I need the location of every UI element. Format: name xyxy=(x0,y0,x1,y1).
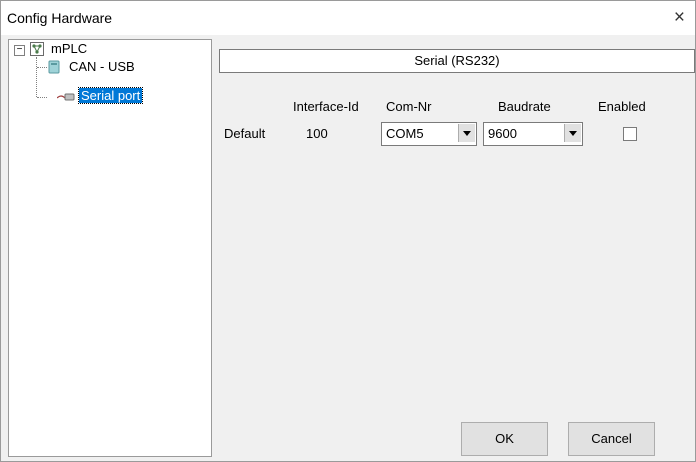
tree-connector xyxy=(37,97,47,98)
close-icon[interactable]: × xyxy=(674,7,685,29)
com-nr-value: COM5 xyxy=(386,126,424,141)
baudrate-value: 9600 xyxy=(488,126,517,141)
serial-cable-icon xyxy=(57,93,75,101)
column-baudrate: Baudrate xyxy=(498,99,551,114)
title-bar: Config Hardware × xyxy=(1,1,695,35)
window-title: Config Hardware xyxy=(7,10,113,26)
tree-item-serial-port[interactable]: Serial port xyxy=(77,87,144,104)
column-interface-id: Interface-Id xyxy=(293,99,359,114)
enabled-checkbox[interactable] xyxy=(623,127,637,141)
hardware-tree: − mPLC CAN - USB Serial port xyxy=(8,39,212,457)
tree-connector xyxy=(36,57,37,97)
ok-button[interactable]: OK xyxy=(461,422,548,456)
panel-header: Serial (RS232) xyxy=(219,49,695,73)
tree-item-can-usb[interactable]: CAN - USB xyxy=(69,59,135,74)
row-label-default: Default xyxy=(224,126,266,141)
cancel-button[interactable]: Cancel xyxy=(568,422,655,456)
collapse-icon[interactable]: − xyxy=(14,45,25,56)
column-com-nr: Com-Nr xyxy=(386,99,432,114)
chevron-down-icon[interactable] xyxy=(564,124,581,142)
tree-connector xyxy=(37,67,47,68)
interface-id-value: 100 xyxy=(306,126,328,141)
can-device-icon xyxy=(48,60,60,74)
config-hardware-window: Config Hardware × − mPLC CAN - USB Seria… xyxy=(0,0,696,462)
column-enabled: Enabled xyxy=(598,99,646,114)
baudrate-dropdown[interactable]: 9600 xyxy=(483,122,583,146)
tree-item-mplc[interactable]: mPLC xyxy=(51,41,87,56)
network-icon xyxy=(30,42,44,56)
com-nr-dropdown[interactable]: COM5 xyxy=(381,122,477,146)
chevron-down-icon[interactable] xyxy=(458,124,475,142)
